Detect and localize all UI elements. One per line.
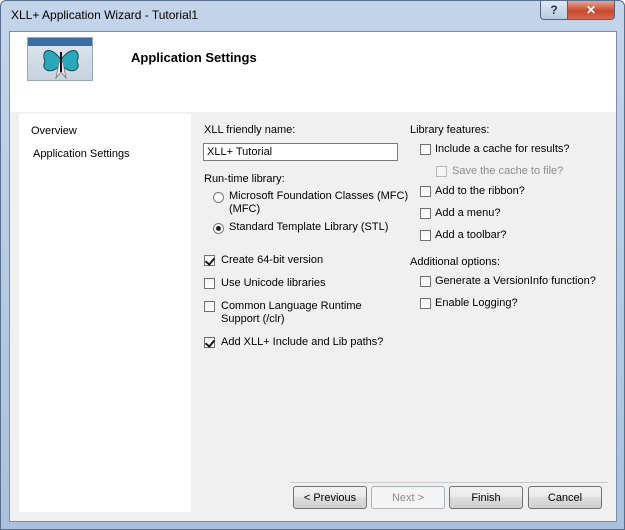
checkbox-toolbar[interactable] xyxy=(420,230,431,241)
radio-stl[interactable] xyxy=(213,223,224,234)
friendly-name-label: XLL friendly name: xyxy=(204,124,296,136)
previous-button[interactable]: < Previous xyxy=(293,486,367,509)
checkbox-toolbar-label: Add a toolbar? xyxy=(435,229,507,241)
additional-options-label: Additional options: xyxy=(410,256,500,268)
runtime-library-label: Run-time library: xyxy=(204,173,285,185)
library-features-label: Library features: xyxy=(410,124,490,136)
settings-panel: XLL friendly name: Run-time library: Mic… xyxy=(192,114,616,512)
checkbox-clr-label: Common Language Runtime Support (/clr) xyxy=(221,300,362,325)
checkbox-cache[interactable] xyxy=(420,144,431,155)
next-button[interactable]: Next > xyxy=(371,486,445,509)
title-bar: XLL+ Application Wizard - Tutorial1 ? ✕ xyxy=(1,1,624,31)
cancel-button[interactable]: Cancel xyxy=(528,486,602,509)
checkbox-logging[interactable] xyxy=(420,298,431,309)
radio-stl-label: Standard Template Library (STL) xyxy=(229,221,389,233)
checkbox-versioninfo-label: Generate a VersionInfo function? xyxy=(435,275,596,287)
checkbox-unicode[interactable] xyxy=(204,278,215,289)
checkbox-unicode-label: Use Unicode libraries xyxy=(221,277,326,289)
checkbox-include-paths-label: Add XLL+ Include and Lib paths? xyxy=(221,336,384,348)
wizard-client-area: Application Settings Overview Applicatio… xyxy=(9,31,617,522)
checkbox-ribbon[interactable] xyxy=(420,186,431,197)
finish-button[interactable]: Finish xyxy=(449,486,523,509)
checkbox-menu[interactable] xyxy=(420,208,431,219)
checkbox-menu-label: Add a menu? xyxy=(435,207,501,219)
help-button[interactable]: ? xyxy=(540,1,568,20)
checkbox-save-cache[interactable] xyxy=(436,166,447,177)
footer-separator xyxy=(290,482,608,483)
radio-mfc-label-suffix: (MFC) xyxy=(229,203,261,215)
page-title: Application Settings xyxy=(131,50,257,65)
checkbox-include-paths[interactable] xyxy=(204,337,215,348)
checkbox-versioninfo[interactable] xyxy=(420,276,431,287)
nav-item-overview[interactable]: Overview xyxy=(31,125,77,137)
checkbox-save-cache-label: Save the cache to file? xyxy=(452,165,564,177)
checkbox-logging-label: Enable Logging? xyxy=(435,297,518,309)
checkbox-64bit-label: Create 64-bit version xyxy=(221,254,324,266)
radio-mfc[interactable] xyxy=(213,192,224,203)
checkbox-ribbon-label: Add to the ribbon? xyxy=(435,185,525,197)
radio-mfc-label: Microsoft Foundation Classes (MFC) xyxy=(229,190,409,202)
checkbox-clr[interactable] xyxy=(204,301,215,312)
friendly-name-input[interactable] xyxy=(203,143,398,161)
window-title: XLL+ Application Wizard - Tutorial1 xyxy=(11,8,199,22)
butterfly-icon xyxy=(28,38,92,80)
butterfly-banner-image xyxy=(27,37,93,81)
checkbox-cache-label: Include a cache for results? xyxy=(435,143,570,155)
wizard-header: Application Settings xyxy=(10,32,616,112)
nav-item-application-settings[interactable]: Application Settings xyxy=(33,148,130,160)
wizard-nav: Overview Application Settings xyxy=(19,114,191,512)
checkbox-64bit[interactable] xyxy=(204,255,215,266)
close-button[interactable]: ✕ xyxy=(567,1,615,20)
wizard-window: XLL+ Application Wizard - Tutorial1 ? ✕ … xyxy=(0,0,625,530)
